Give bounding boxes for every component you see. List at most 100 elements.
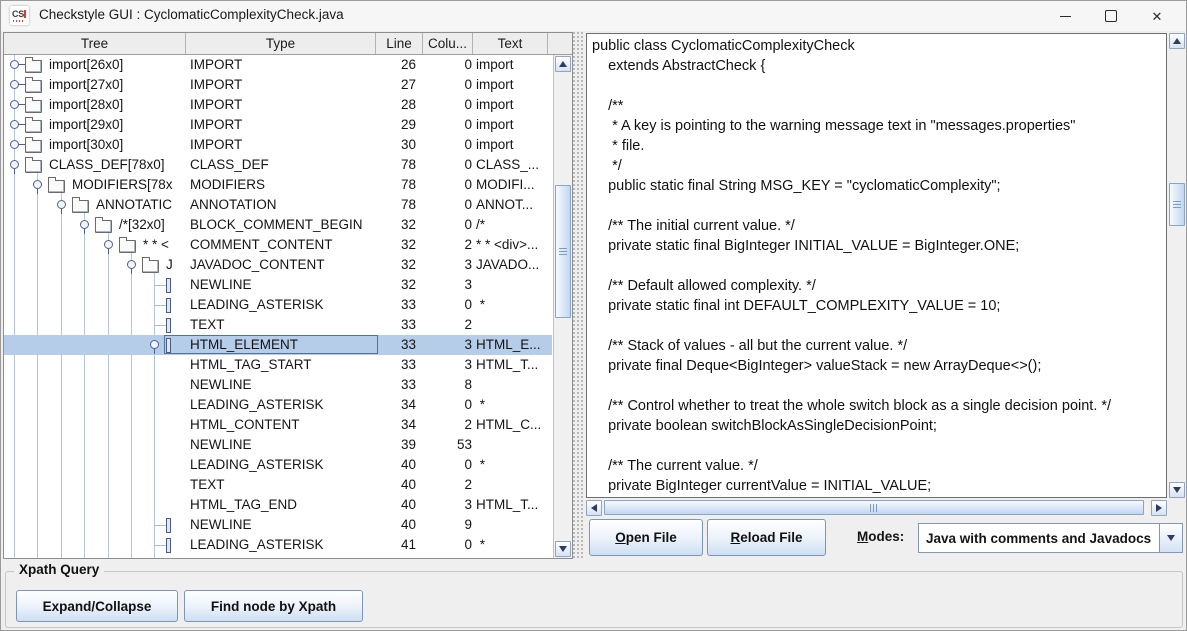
type-cell: NEWLINE [186, 515, 378, 535]
tree-row[interactable]: MODIFIERS[78xMODIFIERS780MODIFI... [4, 175, 552, 195]
scrollbar-thumb[interactable] [1169, 183, 1185, 226]
scroll-down-button[interactable] [555, 541, 571, 557]
expand-handle-icon[interactable] [10, 80, 19, 89]
tree-row[interactable]: ANNOTATICANNOTATION780ANNOT... [4, 195, 552, 215]
tree-row[interactable]: NEWLINE409 [4, 515, 552, 535]
expand-handle-icon[interactable] [10, 100, 19, 109]
type-cell: IMPORT [186, 75, 378, 95]
tree-row[interactable]: JJAVADOC_CONTENT323JAVADO... [4, 255, 552, 275]
collapse-handle-icon[interactable] [150, 340, 159, 349]
collapse-handle-icon[interactable] [127, 260, 136, 269]
column-cell: 2 [423, 315, 472, 335]
tree-cell [4, 295, 186, 315]
code-line: /** [592, 96, 1166, 116]
tree-row[interactable]: import[26x0]IMPORT260import [4, 55, 552, 75]
folder-icon [142, 260, 159, 273]
minimize-button[interactable] [1042, 1, 1088, 31]
chevron-down-icon [1167, 535, 1175, 541]
arrow-down-icon [559, 546, 567, 552]
code-horizontal-scrollbar[interactable] [586, 499, 1167, 516]
tree-row[interactable]: import[28x0]IMPORT280import [4, 95, 552, 115]
code-line: private static final BigInteger INITIAL_… [592, 236, 1166, 256]
line-cell: 33 [376, 295, 416, 315]
code-line [592, 376, 1166, 396]
column-cell: 0 [423, 215, 472, 235]
tree-row[interactable]: LEADING_ASTERISK400 * [4, 455, 552, 475]
tree-connector [154, 325, 166, 326]
expand-handle-icon[interactable] [10, 120, 19, 129]
find-node-by-xpath-button[interactable]: Find node by Xpath [184, 590, 363, 622]
scroll-right-button[interactable] [1151, 500, 1167, 516]
type-cell: NEWLINE [186, 375, 378, 395]
combobox-dropdown-button[interactable] [1159, 524, 1182, 552]
text-cell: HTML_E... [473, 335, 549, 355]
maximize-button[interactable] [1088, 1, 1134, 31]
scrollbar-thumb[interactable] [604, 500, 1144, 515]
column-header-line[interactable]: Line [376, 33, 423, 54]
collapse-handle-icon[interactable] [80, 220, 89, 229]
tree-row[interactable]: HTML_ELEMENT333HTML_E... [4, 335, 552, 355]
tree-row[interactable]: CLASS_DEF[78x0]CLASS_DEF780CLASS_... [4, 155, 552, 175]
column-cell: 0 [423, 95, 472, 115]
tree-row[interactable]: NEWLINE323 [4, 275, 552, 295]
tree-row[interactable]: TEXT332 [4, 315, 552, 335]
split-divider[interactable] [573, 32, 585, 559]
text-cell: MODIFI... [473, 175, 549, 195]
tree-cell [4, 535, 186, 555]
collapse-handle-icon[interactable] [33, 180, 42, 189]
code-vertical-scrollbar[interactable] [1168, 33, 1186, 498]
tree-row[interactable]: HTML_TAG_END403HTML_T... [4, 495, 552, 515]
expand-handle-icon[interactable] [10, 140, 19, 149]
modes-combobox-value: Java with comments and Javadocs [919, 524, 1159, 552]
tree-cell [4, 415, 186, 435]
scroll-left-button[interactable] [586, 500, 602, 516]
tree-vertical-scrollbar[interactable] [553, 55, 572, 558]
tree-row[interactable]: NEWLINE3953 [4, 435, 552, 455]
scroll-down-button[interactable] [1169, 482, 1185, 498]
logo-text: CS [12, 9, 24, 19]
scroll-up-button[interactable] [1169, 33, 1185, 49]
collapse-handle-icon[interactable] [10, 160, 19, 169]
tree-row[interactable]: LEADING_ASTERISK340 * [4, 395, 552, 415]
type-cell: COMMENT_CONTENT [186, 235, 378, 255]
type-cell: ANNOTATION [186, 195, 378, 215]
modes-combobox[interactable]: Java with comments and Javadocs [918, 523, 1183, 553]
column-header-tree[interactable]: Tree [4, 33, 186, 54]
leaf-icon [166, 278, 171, 293]
tree-row[interactable]: LEADING_ASTERISK330 * [4, 295, 552, 315]
scroll-up-button[interactable] [555, 56, 571, 72]
column-header-colu[interactable]: Colu... [423, 33, 473, 54]
tree-cell: /*[32x0] [4, 215, 186, 235]
expand-handle-icon[interactable] [10, 60, 19, 69]
column-cell: 2 [423, 475, 472, 495]
tree-row[interactable]: NEWLINE338 [4, 375, 552, 395]
tree-row[interactable]: HTML_TAG_START333HTML_T... [4, 355, 552, 375]
logo-red-dots [13, 20, 25, 22]
tree-row[interactable]: * * <COMMENT_CONTENT322* * <div>... [4, 235, 552, 255]
column-header-text[interactable]: Text [473, 33, 548, 54]
source-code-view[interactable]: public class CyclomaticComplexityCheck e… [586, 33, 1167, 498]
expand-collapse-button[interactable]: Expand/Collapse [16, 590, 178, 622]
close-button[interactable]: ✕ [1134, 1, 1180, 31]
tree-row[interactable]: LEADING_ASTERISK410 * [4, 535, 552, 555]
type-cell: TEXT [186, 475, 378, 495]
column-header-type[interactable]: Type [186, 33, 376, 54]
collapse-handle-icon[interactable] [57, 200, 66, 209]
line-cell: 26 [376, 55, 416, 75]
code-line: /** Default allowed complexity. */ [592, 276, 1166, 296]
line-cell: 40 [376, 515, 416, 535]
text-cell: * [473, 295, 549, 315]
reload-file-button[interactable]: Reload File [707, 519, 826, 556]
collapse-handle-icon[interactable] [104, 240, 113, 249]
folder-icon [72, 200, 89, 213]
tree-row[interactable]: /*[32x0]BLOCK_COMMENT_BEGIN320/* [4, 215, 552, 235]
tree-row[interactable]: HTML_CONTENT342HTML_C... [4, 415, 552, 435]
scrollbar-thumb[interactable] [555, 185, 571, 318]
tree-row[interactable]: import[29x0]IMPORT290import [4, 115, 552, 135]
tree-row[interactable]: TEXT402 [4, 475, 552, 495]
code-line: /** Control whether to treat the whole s… [592, 396, 1166, 416]
tree-row[interactable]: import[30x0]IMPORT300import [4, 135, 552, 155]
tree-row[interactable]: import[27x0]IMPORT270import [4, 75, 552, 95]
open-file-button[interactable]: Open File [589, 519, 703, 556]
tree-cell [4, 275, 186, 295]
